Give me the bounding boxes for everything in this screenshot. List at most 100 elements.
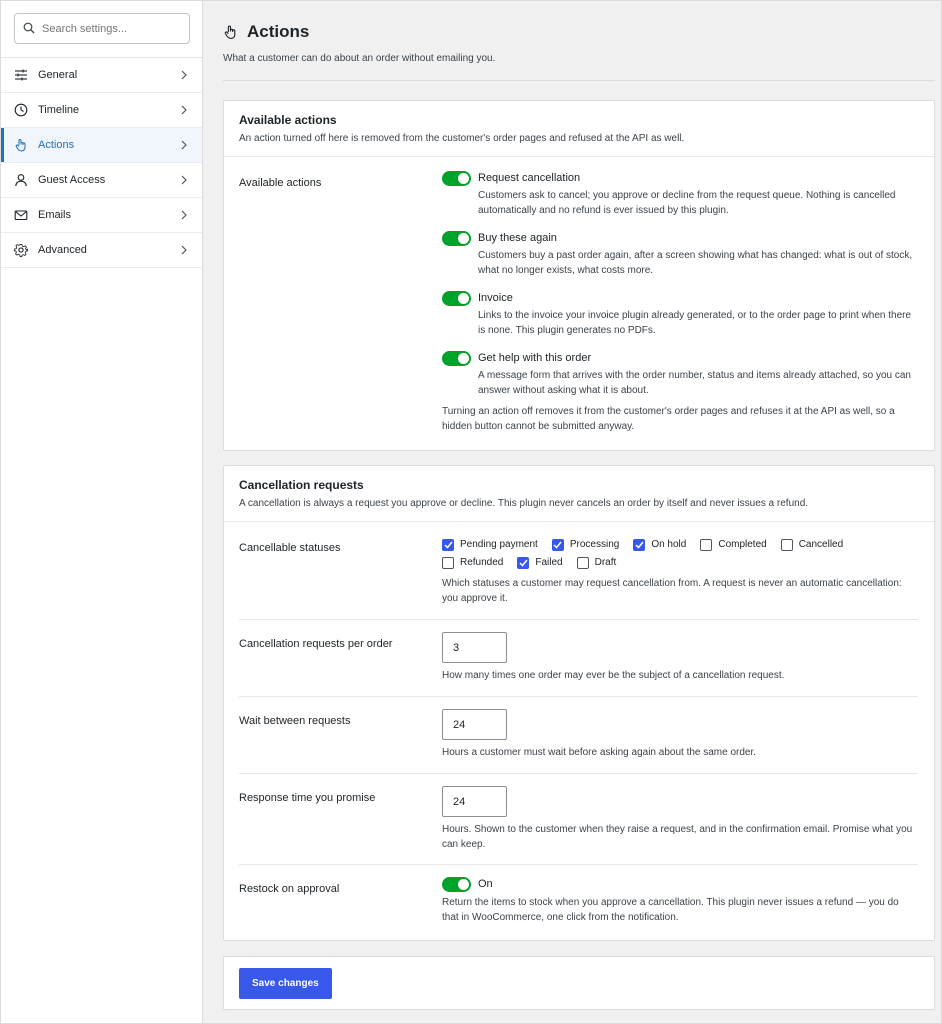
- restock-toggle[interactable]: [442, 877, 471, 892]
- search-box[interactable]: [14, 13, 190, 44]
- search-container: [1, 1, 202, 58]
- sidebar-item-general[interactable]: General: [1, 58, 202, 93]
- card-description: A cancellation is always a request you a…: [239, 498, 809, 509]
- sidebar-item-emails[interactable]: Emails: [1, 198, 202, 233]
- chevron-right-icon: [181, 245, 187, 255]
- sidebar-item-advanced[interactable]: Advanced: [1, 233, 202, 268]
- gear-icon: [14, 243, 28, 257]
- checkbox-label: Cancelled: [798, 539, 844, 550]
- available-actions-footnote: Turning an action off removes it from th…: [442, 406, 895, 432]
- chevron-right-icon: [181, 70, 187, 80]
- wait-help: Hours a customer must wait before asking…: [442, 747, 757, 758]
- sidebar-item-label: General: [38, 69, 78, 81]
- sliders-icon: [14, 68, 28, 82]
- row-label: Cancellation requests per order: [239, 638, 393, 650]
- request-cancellation-toggle[interactable]: [442, 171, 471, 186]
- status-checkbox-draft[interactable]: Draft: [576, 556, 616, 569]
- status-checkbox-line: Pending payment Processing On hold Compl…: [442, 536, 918, 553]
- status-checkbox-failed[interactable]: Failed: [517, 556, 563, 569]
- row-field: Hours. Shown to the customer when they r…: [442, 786, 918, 852]
- hand-pointer-icon: [223, 24, 238, 40]
- chevron-right-icon: [181, 175, 187, 185]
- page-title: Actions: [223, 21, 935, 43]
- option-title: Request cancellation: [478, 172, 581, 184]
- search-icon: [23, 22, 35, 34]
- sidebar: General Timeline Actions Guest Access: [1, 1, 203, 1023]
- status-checkbox-on-hold[interactable]: On hold: [633, 538, 687, 551]
- response-time-input[interactable]: [442, 786, 507, 817]
- row-label: Cancellable statuses: [239, 542, 341, 554]
- status-checkbox-processing[interactable]: Processing: [551, 538, 620, 551]
- row-label: Wait between requests: [239, 715, 351, 727]
- option-title: Invoice: [478, 292, 513, 304]
- header-divider: [223, 80, 935, 81]
- user-icon: [14, 173, 28, 187]
- checkbox-checked-icon[interactable]: [442, 538, 454, 551]
- checkbox-label: On hold: [651, 539, 687, 550]
- card-header: Available actions An action turned off h…: [224, 101, 934, 157]
- option-title: Get help with this order: [478, 352, 592, 364]
- page-title-text: Actions: [247, 22, 310, 41]
- restock-on-approval-row: Restock on approval On Return the items …: [224, 864, 934, 940]
- option-buy-these-again: Buy these again Customers buy a past ord…: [442, 231, 918, 278]
- checkbox-checked-icon[interactable]: [633, 538, 646, 551]
- sidebar-item-timeline[interactable]: Timeline: [1, 93, 202, 128]
- checkbox-label: Refunded: [460, 557, 504, 568]
- status-checkbox-refunded[interactable]: Refunded: [442, 556, 504, 569]
- row-label: Available actions: [239, 177, 322, 189]
- get-help-toggle[interactable]: [442, 351, 471, 366]
- chevron-right-icon: [181, 210, 187, 220]
- clock-icon: [14, 103, 28, 117]
- invoice-toggle[interactable]: [442, 291, 471, 306]
- sidebar-item-label: Timeline: [38, 104, 80, 116]
- option-request-cancellation: Request cancellation Customers ask to ca…: [442, 171, 918, 218]
- option-get-help: Get help with this order A message form …: [442, 351, 918, 398]
- hand-pointer-icon: [14, 138, 28, 152]
- checkbox-unchecked-icon[interactable]: [442, 556, 454, 569]
- row-label: Response time you promise: [239, 792, 376, 804]
- status-checkbox-line: Refunded Failed Draft: [442, 554, 918, 571]
- card-title: Available actions: [239, 113, 337, 127]
- wait-between-requests-row: Wait between requests Hours a customer m…: [224, 696, 934, 773]
- card-header: Cancellation requests A cancellation is …: [224, 466, 934, 522]
- cancellation-requests-card: Cancellation requests A cancellation is …: [223, 465, 935, 941]
- save-bar: Save changes: [223, 956, 935, 1010]
- envelope-icon: [14, 208, 28, 222]
- save-changes-button[interactable]: Save changes: [239, 968, 332, 999]
- sidebar-item-label: Actions: [38, 139, 75, 151]
- settings-app: General Timeline Actions Guest Access: [0, 0, 942, 1024]
- row-field: How many times one order may ever be the…: [442, 632, 918, 683]
- checkbox-unchecked-icon[interactable]: [780, 538, 793, 551]
- checkbox-label: Processing: [569, 539, 620, 550]
- chevron-right-icon: [181, 105, 187, 115]
- wait-between-requests-input[interactable]: [442, 709, 507, 740]
- checkbox-unchecked-icon[interactable]: [700, 538, 713, 551]
- checkbox-unchecked-icon[interactable]: [576, 556, 589, 569]
- requests-per-order-input[interactable]: [442, 632, 507, 663]
- sidebar-item-label: Advanced: [38, 244, 87, 256]
- option-description: A message form that arrives with the ord…: [478, 370, 911, 396]
- available-actions-row: Available actions Request cancellation C…: [224, 157, 934, 450]
- card-description: An action turned off here is removed fro…: [239, 133, 685, 144]
- option-description: Links to the invoice your invoice plugin…: [478, 310, 912, 336]
- buy-these-again-toggle[interactable]: [442, 231, 471, 246]
- row-field: Hours a customer must wait before asking…: [442, 709, 918, 760]
- available-actions-card: Available actions An action turned off h…: [223, 100, 935, 451]
- toggle-state-label: On: [478, 878, 493, 890]
- sidebar-item-guest-access[interactable]: Guest Access: [1, 163, 202, 198]
- checkbox-checked-icon[interactable]: [517, 556, 530, 569]
- row-field: Request cancellation Customers ask to ca…: [442, 171, 918, 434]
- checkbox-checked-icon[interactable]: [551, 538, 564, 551]
- response-time-row: Response time you promise Hours. Shown t…: [224, 773, 934, 864]
- search-input[interactable]: [40, 21, 189, 36]
- sidebar-item-actions[interactable]: Actions: [1, 128, 202, 163]
- option-description: Customers buy a past order again, after …: [478, 250, 913, 276]
- page-subtitle: What a customer can do about an order wi…: [223, 53, 496, 64]
- status-checkbox-pending-payment[interactable]: Pending payment: [442, 538, 538, 551]
- main-content: Actions What a customer can do about an …: [203, 1, 942, 1023]
- requests-per-order-row: Cancellation requests per order How many…: [224, 619, 934, 696]
- status-checkbox-completed[interactable]: Completed: [700, 538, 767, 551]
- page-header: Actions What a customer can do about an …: [221, 1, 935, 64]
- per-order-help: How many times one order may ever be the…: [442, 670, 785, 681]
- status-checkbox-cancelled[interactable]: Cancelled: [780, 538, 844, 551]
